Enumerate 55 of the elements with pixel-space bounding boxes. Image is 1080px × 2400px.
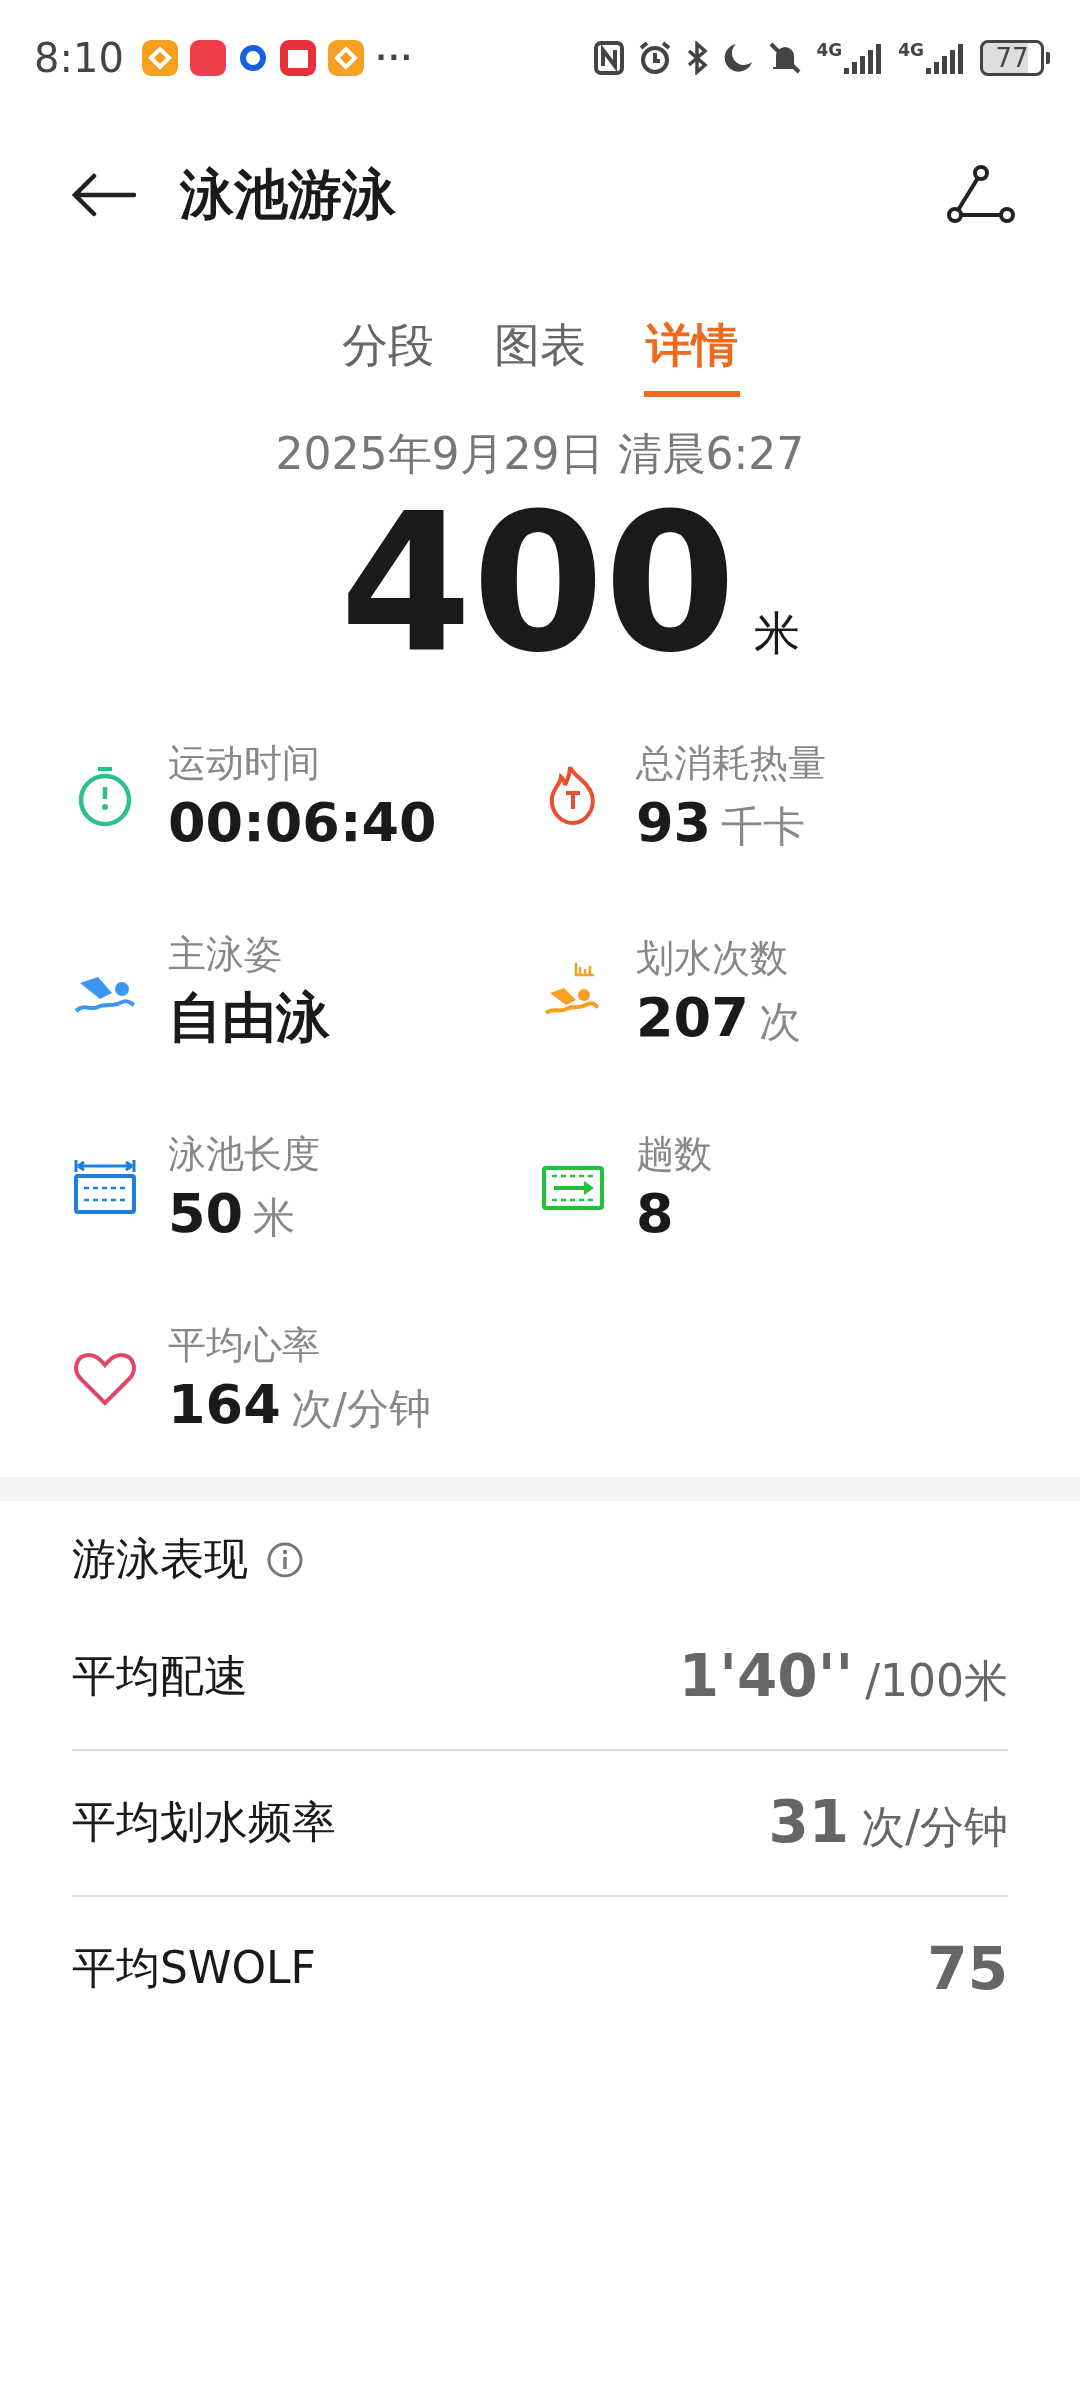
stat-label: 平均心率 xyxy=(168,1321,321,1369)
metric-value: 1'40'' xyxy=(678,1642,854,1710)
page-title: 泳池游泳 xyxy=(180,161,396,228)
info-icon[interactable] xyxy=(266,1540,304,1579)
distance-value: 400 xyxy=(339,484,737,684)
app-icon xyxy=(237,42,268,73)
stat-value: 00:06:40 xyxy=(168,791,437,854)
workout-date: 2025年9月29日 清晨6:27 xyxy=(275,427,805,481)
distance-unit: 米 xyxy=(754,605,801,662)
moon-icon xyxy=(722,41,755,74)
network-type: 4G xyxy=(898,41,924,59)
back-button[interactable] xyxy=(72,173,136,217)
alarm-icon xyxy=(638,40,673,75)
metric-label: 平均配速 xyxy=(72,1649,248,1703)
stat-label: 主泳姿 xyxy=(168,930,283,978)
stat-value: 8 xyxy=(636,1182,674,1245)
muted-bell-icon xyxy=(768,40,803,75)
stat-value: 207 xyxy=(636,986,749,1049)
app-icon xyxy=(141,39,178,76)
stat-value: 164 xyxy=(168,1372,281,1436)
stat-unit: 次 xyxy=(758,996,801,1048)
metric-value: 31 xyxy=(768,1788,850,1856)
metric-unit: 次/分钟 xyxy=(861,1800,1008,1854)
bluetooth-icon xyxy=(686,40,709,75)
metric-label: 平均划水频率 xyxy=(72,1795,336,1849)
stat-unit: 千卡 xyxy=(721,800,806,853)
metric-label: 平均SWOLF xyxy=(72,1941,316,1995)
app-icon xyxy=(327,39,364,76)
metric-value: 75 xyxy=(927,1934,1008,2003)
nfc-icon xyxy=(594,40,625,75)
back-arrow-icon xyxy=(72,173,136,217)
app-icon xyxy=(189,39,226,76)
stat-label: 泳池长度 xyxy=(168,1130,320,1178)
network-type: 4G xyxy=(816,41,843,59)
stat-label: 划水次数 xyxy=(636,935,789,982)
stat-value: 93 xyxy=(636,790,712,854)
metric-unit: /100米 xyxy=(865,1654,1008,1708)
tab[interactable]: 详情 xyxy=(644,315,740,397)
stat-label: 运动时间 xyxy=(168,740,321,787)
stat-label: 趟数 xyxy=(636,1131,712,1178)
stat-value: 50 xyxy=(168,1181,244,1245)
stat-value: 自由泳 xyxy=(168,984,330,1051)
status-time: 8:10 xyxy=(34,34,124,81)
more-notifications-icon: ··· xyxy=(375,41,414,74)
app-icon xyxy=(279,39,316,76)
signal-icon xyxy=(926,41,966,74)
share-button[interactable] xyxy=(946,165,1016,225)
stat-label: 总消耗热量 xyxy=(636,739,826,787)
section-title: 游泳表现 xyxy=(72,1532,248,1586)
tab[interactable]: 分段 xyxy=(340,315,436,397)
share-icon xyxy=(946,165,1016,225)
tab[interactable]: 图表 xyxy=(492,315,588,397)
stat-unit: 次/分钟 xyxy=(290,1382,431,1435)
battery-icon: 77 xyxy=(980,39,1044,76)
stat-unit: 米 xyxy=(253,1191,296,1244)
